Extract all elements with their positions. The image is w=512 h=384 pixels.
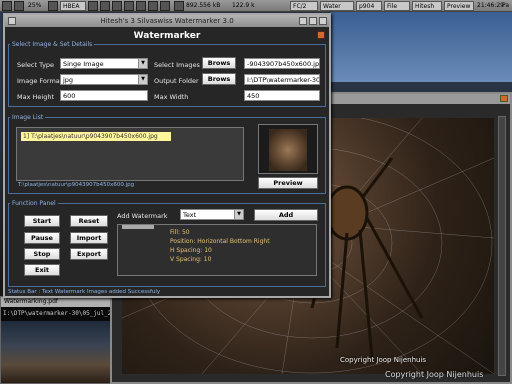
- info-position: Position: Horizontal Bottom Right: [170, 238, 270, 245]
- image-list-panel-label: Image List: [10, 114, 46, 121]
- image-format-label: Image Format: [17, 77, 63, 85]
- watermark-info-list[interactable]: Fill: 50 Position: Horizontal Bottom Rig…: [117, 224, 317, 276]
- browse-output-button[interactable]: Brows: [202, 73, 236, 85]
- start-button[interactable]: Start: [24, 215, 60, 227]
- monitor-icon: [48, 1, 58, 11]
- export-button[interactable]: Export: [70, 248, 108, 260]
- chat-icon[interactable]: [148, 1, 158, 11]
- maximize-icon[interactable]: [309, 17, 317, 25]
- output-folder-input[interactable]: I:\DTP\watermarker-30: [244, 74, 320, 85]
- watermark-type-value: Text: [183, 211, 197, 219]
- info-v-spacing: V Spacing: 10: [170, 256, 212, 263]
- list-item[interactable]: 1] T:\plaatjes\natuur\p9043907b450x600.j…: [21, 132, 171, 141]
- clock: 21:46:29: [477, 2, 504, 9]
- task-hitesh[interactable]: Hitesh: [412, 1, 442, 11]
- network-icon: [174, 1, 184, 11]
- net-speed-2: 122.9 k: [232, 2, 255, 9]
- heading-close-icon[interactable]: [317, 31, 325, 39]
- pause-button[interactable]: Pause: [24, 232, 60, 244]
- preview-copyright: Copyright Joop Nijenhuis: [340, 356, 427, 364]
- task-preview[interactable]: Preview: [444, 1, 474, 11]
- preview-button[interactable]: Preview: [258, 177, 318, 189]
- image-list[interactable]: 1] T:\plaatjes\natuur\p9043907b450x600.j…: [16, 127, 244, 181]
- import-button[interactable]: Import: [70, 232, 108, 244]
- browse-images-button[interactable]: Brows: [202, 57, 236, 69]
- exit-button[interactable]: Exit: [24, 264, 60, 276]
- chevron-down-icon[interactable]: ▼: [138, 59, 147, 68]
- watermark-type-dropdown[interactable]: Text ▼: [180, 209, 244, 220]
- mail-icon[interactable]: [136, 1, 146, 11]
- select-image-panel-label: Select Image & Set Details: [10, 41, 95, 48]
- taskbar: 25% HBEA 892.556 kB 122.9 k FC/2 Water p…: [0, 0, 512, 12]
- chevron-down-icon[interactable]: ▼: [234, 210, 243, 219]
- background-sky: [330, 12, 512, 82]
- preview-close-icon[interactable]: [500, 95, 508, 102]
- selected-image-path: T:\plaatjes\natuur\p9043907b450x600.jpg: [18, 182, 135, 188]
- info-fill: Fill: 50: [170, 229, 190, 236]
- task-p904[interactable]: p904: [356, 1, 382, 11]
- reset-button[interactable]: Reset: [70, 215, 108, 227]
- editor-icon[interactable]: [124, 1, 134, 11]
- settings-icon[interactable]: [160, 1, 170, 11]
- thumbnail-picture: [269, 129, 307, 171]
- select-images-input[interactable]: -9043907b450x600.jpg: [244, 58, 320, 69]
- max-height-label: Max Height: [17, 93, 54, 101]
- image-thumbnail: [258, 124, 318, 174]
- max-width-label: Max Width: [154, 93, 189, 101]
- terminal-window[interactable]: Watermarking.pdf I:\DTP\watermarker-30\0…: [0, 296, 115, 384]
- output-folder-label: Output Folder: [154, 77, 199, 85]
- files-icon[interactable]: [112, 1, 122, 11]
- task-water[interactable]: Water: [320, 1, 354, 11]
- image-format-dropdown[interactable]: jpg ▼: [60, 74, 148, 85]
- browser-icon[interactable]: [100, 1, 110, 11]
- select-type-dropdown[interactable]: Singe Image ▼: [60, 58, 148, 69]
- minimize-icon[interactable]: [299, 17, 307, 25]
- add-watermark-button[interactable]: Add: [254, 209, 318, 221]
- add-watermark-label: Add Watermark: [117, 212, 168, 220]
- app-menu-icon[interactable]: [2, 1, 12, 11]
- clock-suffix: Pa: [502, 2, 510, 9]
- task-fc[interactable]: FC/2: [290, 1, 318, 11]
- window-close-icon[interactable]: [319, 17, 327, 25]
- net-speed: 892.556 kB: [186, 2, 221, 9]
- select-type-value: Singe Image: [63, 60, 104, 68]
- terminal-background-image: [1, 321, 111, 383]
- terminal-icon[interactable]: [88, 1, 98, 11]
- info-h-spacing: H Spacing: 10: [170, 247, 212, 254]
- chevron-down-icon[interactable]: ▼: [138, 75, 147, 84]
- launcher-icon[interactable]: [14, 1, 24, 11]
- image-format-value: jpg: [63, 76, 74, 84]
- task-file[interactable]: File: [384, 1, 410, 11]
- select-type-label: Select Type: [17, 61, 55, 69]
- preview-scrollbar[interactable]: [498, 116, 506, 376]
- pager[interactable]: HBEA: [60, 1, 86, 11]
- window-menu-icon[interactable]: [8, 17, 16, 25]
- info-list-tab: [122, 225, 154, 229]
- desktop-copyright: Copyright Joop Nijenhuis: [385, 370, 484, 379]
- max-height-input[interactable]: 600: [60, 90, 148, 101]
- terminal-line: I:\DTP\watermarker-30\05_jul_20: [3, 310, 115, 317]
- cpu-meter: 25%: [28, 2, 42, 9]
- window-titlebar[interactable]: Hitesh's 3 Silvaswiss Watermarker 3.0: [5, 15, 329, 27]
- stop-button[interactable]: Stop: [24, 248, 60, 260]
- max-width-input[interactable]: 450: [244, 90, 320, 101]
- terminal-title[interactable]: Watermarking.pdf: [1, 297, 111, 307]
- status-bar: Status Bar : Text Watermark Images added…: [8, 289, 161, 295]
- select-images-label: Select Images: [154, 61, 200, 69]
- function-panel-label: Function Panel: [10, 200, 58, 207]
